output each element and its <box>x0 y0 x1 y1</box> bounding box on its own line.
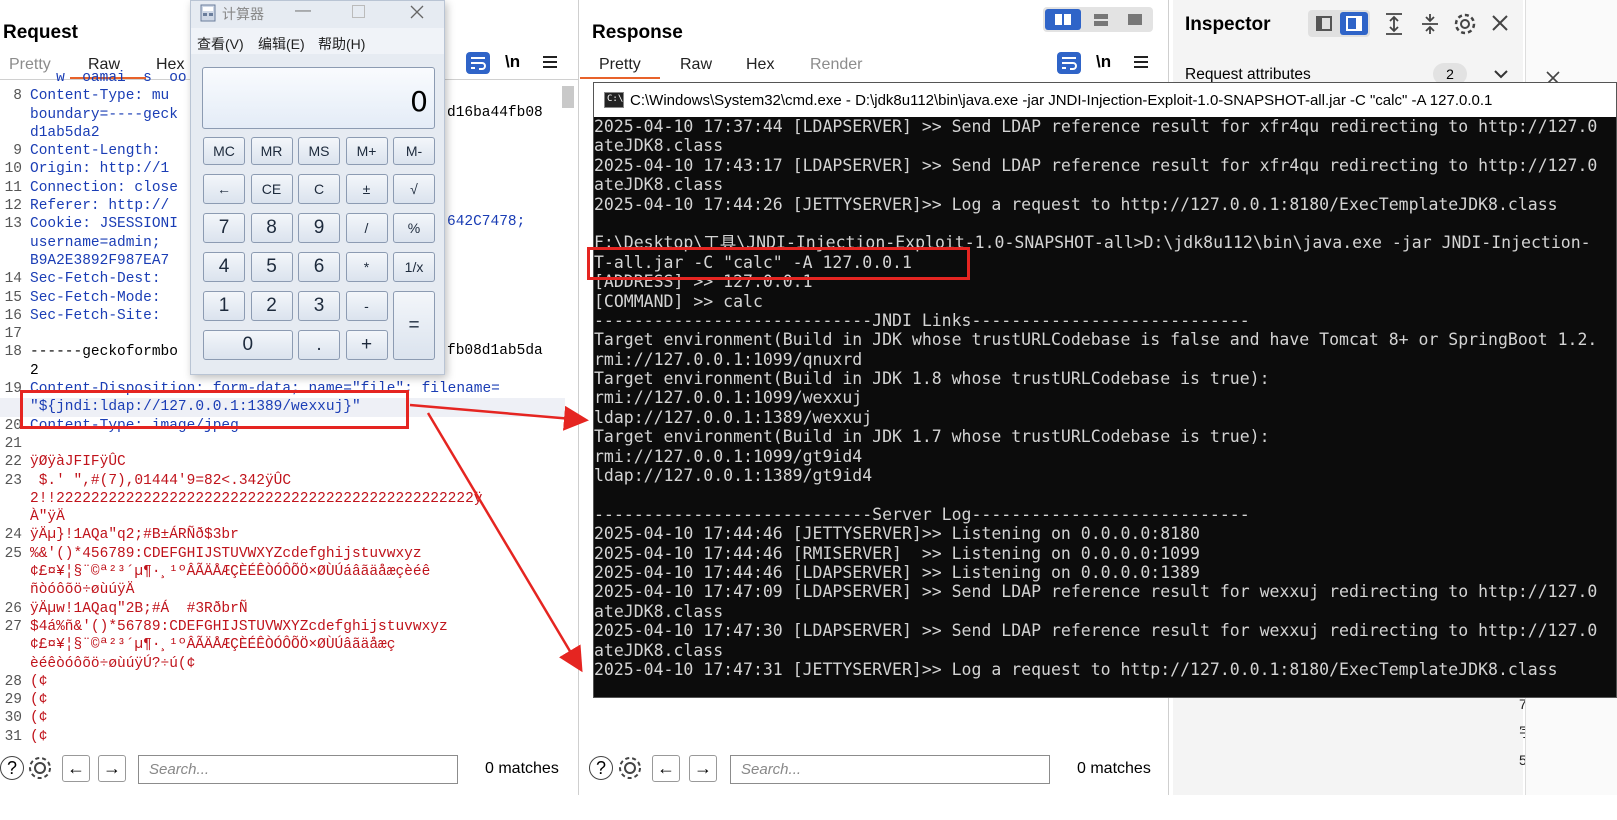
arrow-to-log <box>426 412 583 673</box>
annotation-arrows <box>409 403 589 673</box>
arrow-to-cmd <box>409 403 589 431</box>
